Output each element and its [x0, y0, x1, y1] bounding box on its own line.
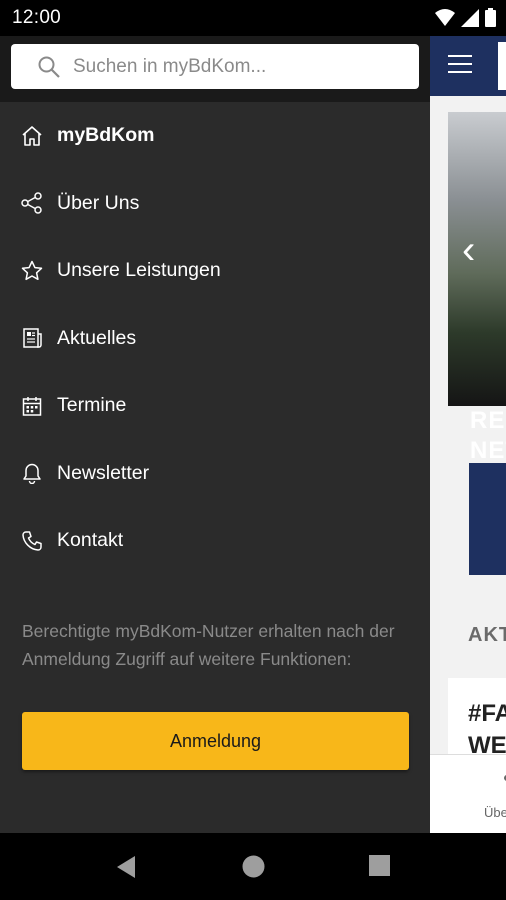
menu-item-label: Termine — [57, 394, 127, 417]
background-app: ‹ REG NET AKT #FA WE Übe — [430, 36, 506, 833]
bottom-nav-label[interactable]: Übe — [484, 805, 506, 820]
section-heading: AKT — [468, 624, 506, 646]
calendar-icon — [20, 394, 44, 418]
system-navigation-bar — [0, 833, 506, 900]
hero-slider[interactable]: ‹ REG NET — [448, 112, 506, 464]
chevron-left-icon[interactable]: ‹ — [462, 230, 475, 270]
status-icons — [435, 8, 496, 27]
recents-icon[interactable] — [369, 855, 390, 876]
menu-item-ueber-uns[interactable]: Über Uns — [0, 170, 430, 238]
login-button[interactable]: Anmeldung — [22, 712, 409, 770]
battery-icon — [485, 8, 496, 27]
bell-icon — [20, 461, 44, 485]
menu-item-label: myBdKom — [57, 124, 155, 147]
drawer-menu: myBdKom Über Uns Unsere Leistungen Aktue… — [0, 102, 430, 575]
hero-title: REG NET — [470, 407, 506, 464]
status-time: 12:00 — [12, 7, 62, 28]
home-circle-icon[interactable] — [242, 855, 265, 878]
signal-icon — [461, 8, 479, 27]
menu-item-label: Unsere Leistungen — [57, 259, 221, 282]
search-input[interactable]: Suchen in myBdKom... — [11, 44, 419, 89]
menu-item-aktuelles[interactable]: Aktuelles — [0, 305, 430, 373]
login-info-text: Berechtigte myBdKom-Nutzer erhalten nach… — [22, 621, 395, 669]
newspaper-icon — [20, 326, 44, 350]
search-bar: Suchen in myBdKom... — [0, 36, 430, 102]
menu-item-label: Aktuelles — [57, 326, 137, 349]
back-icon[interactable] — [115, 855, 137, 879]
status-bar: 12:00 — [0, 0, 506, 36]
navigation-drawer: Suchen in myBdKom... myBdKom Über Uns Un… — [0, 36, 430, 833]
menu-item-kontakt[interactable]: Kontakt — [0, 507, 430, 575]
menu-item-mybdkom[interactable]: myBdKom — [0, 102, 430, 170]
hamburger-menu-icon[interactable] — [448, 55, 472, 79]
app-logo — [498, 42, 506, 90]
star-icon — [20, 259, 44, 283]
app-toolbar — [430, 36, 506, 96]
menu-item-label: Über Uns — [57, 191, 140, 214]
home-icon — [20, 124, 44, 148]
wifi-icon — [435, 8, 455, 26]
menu-item-unsere-leistungen[interactable]: Unsere Leistungen — [0, 237, 430, 305]
news-card-title: #FA WE — [468, 700, 506, 759]
menu-item-label: Newsletter — [57, 461, 150, 484]
search-placeholder: Suchen in myBdKom... — [73, 55, 267, 77]
menu-item-newsletter[interactable]: Newsletter — [0, 440, 430, 508]
search-icon — [38, 56, 60, 78]
banner-block[interactable] — [469, 463, 506, 575]
menu-item-label: Kontakt — [57, 529, 124, 552]
share-icon — [20, 191, 44, 215]
menu-item-termine[interactable]: Termine — [0, 372, 430, 440]
bottom-navigation: Übe — [430, 754, 506, 833]
phone-icon — [20, 529, 44, 553]
